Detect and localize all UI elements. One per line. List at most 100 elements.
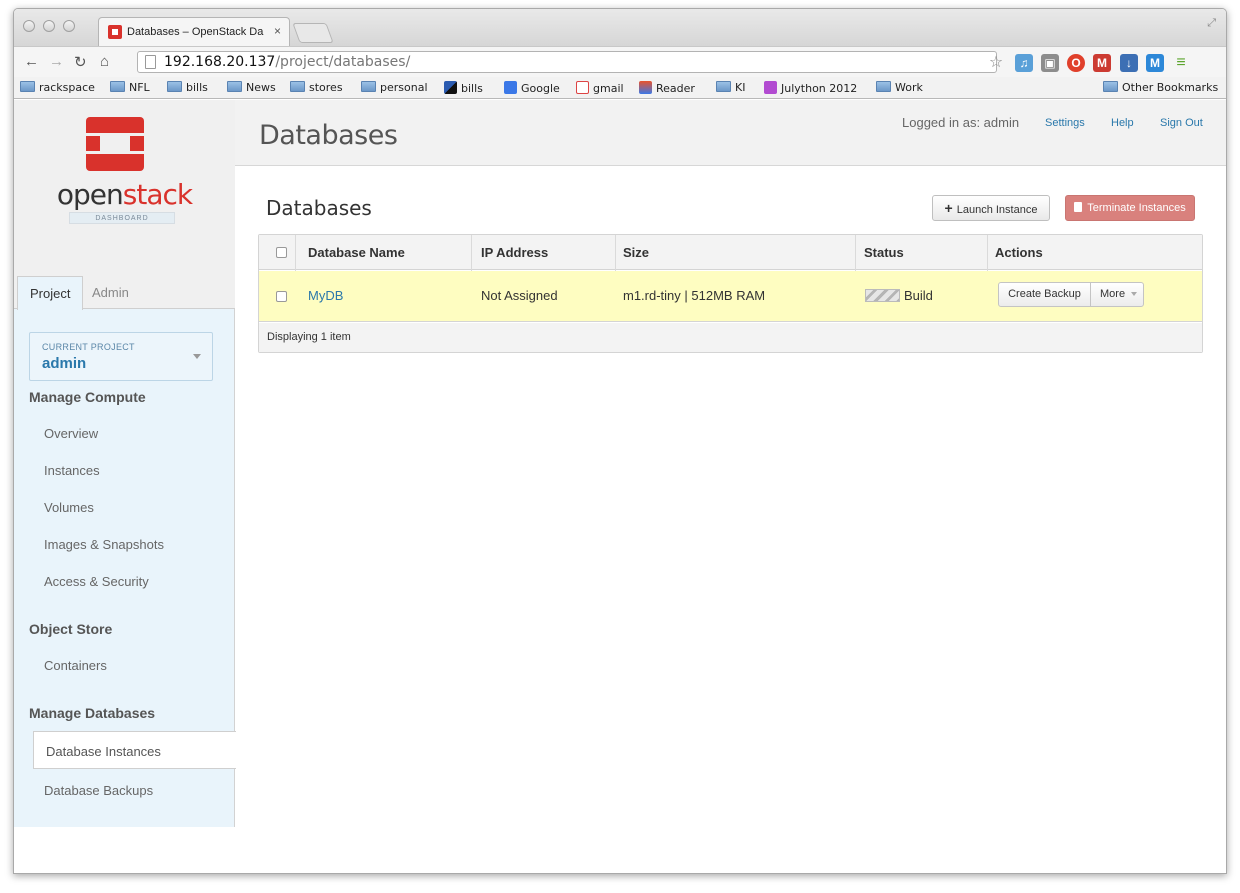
bookmark-stores[interactable]: stores xyxy=(290,81,343,94)
sidebar-item-overview[interactable]: Overview xyxy=(44,426,98,441)
home-icon[interactable]: ⌂ xyxy=(100,53,109,70)
column-header-actions: Actions xyxy=(995,245,1043,260)
bookmark-label: News xyxy=(246,81,276,94)
bookmark-gmail[interactable]: gmail xyxy=(576,81,624,95)
page-icon xyxy=(145,55,156,69)
column-header-size[interactable]: Size xyxy=(623,245,649,260)
more-label: More xyxy=(1100,288,1126,300)
bookmark-bills-2[interactable]: bills xyxy=(444,81,483,95)
sidebar-item-database-backups[interactable]: Database Backups xyxy=(44,783,153,798)
status-cell: Build xyxy=(904,288,933,303)
url-host: 192.168.20.137 xyxy=(164,54,276,70)
bookmark-label: Work xyxy=(895,81,923,94)
sidebar-item-access-security[interactable]: Access & Security xyxy=(44,574,149,589)
row-checkbox[interactable] xyxy=(276,291,287,302)
settings-link[interactable]: Settings xyxy=(1045,117,1085,129)
trash-icon xyxy=(1074,202,1083,212)
database-name-link[interactable]: MyDB xyxy=(308,288,343,303)
bookmark-personal[interactable]: personal xyxy=(361,81,428,94)
sidebar-item-database-instances[interactable]: Database Instances xyxy=(33,731,236,769)
more-actions-dropdown[interactable]: More xyxy=(1092,283,1144,306)
tab-project[interactable]: Project xyxy=(17,276,84,310)
bookmark-rackspace[interactable]: rackspace xyxy=(20,81,95,94)
star-icon[interactable]: ☆ xyxy=(987,54,1005,72)
tab-admin[interactable]: Admin xyxy=(80,276,141,309)
folder-icon xyxy=(361,81,376,92)
julython-favicon xyxy=(764,81,777,94)
ip-address-cell: Not Assigned xyxy=(481,288,558,303)
reload-icon[interactable]: ↻ xyxy=(74,53,87,71)
page-content: openstack DASHBOARD Project Admin CURREN… xyxy=(14,100,1226,873)
row-actions: Create Backup More xyxy=(998,282,1144,307)
progress-bar-icon xyxy=(865,289,900,302)
ext-tab-icon[interactable]: ▣ xyxy=(1041,54,1059,72)
openstack-favicon-icon xyxy=(108,25,122,39)
help-link[interactable]: Help xyxy=(1111,117,1134,129)
select-all-checkbox[interactable] xyxy=(276,247,287,258)
opera-icon[interactable]: O xyxy=(1067,54,1085,72)
launch-instance-button[interactable]: + Launch Instance xyxy=(932,195,1050,221)
address-bar[interactable]: 192.168.20.137/project/databases/ xyxy=(137,51,997,73)
bookmark-work[interactable]: Work xyxy=(876,81,923,94)
bookmark-label: NFL xyxy=(129,81,150,94)
tab-strip: Databases – OpenStack Da × ⤢ xyxy=(14,9,1226,46)
tab-title: Databases – OpenStack Da xyxy=(127,26,264,38)
bookmark-bills[interactable]: bills xyxy=(167,81,208,94)
forward-icon[interactable]: → xyxy=(49,53,64,70)
dashboard-tabs: Project Admin xyxy=(14,276,235,310)
url-text: 192.168.20.137/project/databases/ xyxy=(164,54,410,70)
column-header-name[interactable]: Database Name xyxy=(308,245,405,260)
bookmark-ki[interactable]: KI xyxy=(716,81,745,94)
sidebar-item-instances[interactable]: Instances xyxy=(44,463,100,478)
bookmark-julython[interactable]: Julython 2012 xyxy=(764,81,857,95)
sidebar-item-label: Database Instances xyxy=(46,744,161,759)
column-header-status[interactable]: Status xyxy=(864,245,904,260)
sidebar-item-images-snapshots[interactable]: Images & Snapshots xyxy=(44,537,164,552)
google-favicon xyxy=(504,81,517,94)
size-cell: m1.rd-tiny | 512MB RAM xyxy=(623,288,766,303)
table-header: Database Name IP Address Size Status Act… xyxy=(259,235,1202,270)
current-project-selector[interactable]: CURRENT PROJECT admin xyxy=(29,332,213,381)
url-path: /project/databases/ xyxy=(275,54,411,70)
bookmark-google[interactable]: Google xyxy=(504,81,560,95)
nav-section-manage-databases: Manage Databases xyxy=(29,705,156,721)
plus-icon: + xyxy=(944,200,953,216)
ext-blue-icon[interactable]: ♫ xyxy=(1015,54,1033,72)
other-bookmarks[interactable]: Other Bookmarks xyxy=(1103,81,1218,94)
download-icon[interactable]: ↓ xyxy=(1120,54,1138,72)
new-tab-button[interactable] xyxy=(292,23,334,43)
menu-icon[interactable]: ≡ xyxy=(1172,54,1190,72)
close-window-icon[interactable] xyxy=(23,20,35,32)
sign-out-link[interactable]: Sign Out xyxy=(1160,117,1203,129)
bookmark-nfl[interactable]: NFL xyxy=(110,81,150,94)
minimize-window-icon[interactable] xyxy=(43,20,55,32)
folder-icon xyxy=(227,81,242,92)
m-icon[interactable]: M xyxy=(1146,54,1164,72)
close-tab-icon[interactable]: × xyxy=(274,24,281,38)
zoom-window-icon[interactable] xyxy=(63,20,75,32)
gmail-count-icon[interactable]: M xyxy=(1093,54,1111,72)
bookmark-label: Julython 2012 xyxy=(781,82,858,95)
databases-table: Database Name IP Address Size Status Act… xyxy=(258,234,1203,353)
terminate-instances-button[interactable]: Terminate Instances xyxy=(1065,195,1195,221)
bookmarks-bar: rackspace NFL bills News stores personal… xyxy=(14,77,1226,99)
sidebar-item-containers[interactable]: Containers xyxy=(44,658,107,673)
logged-in-user: Logged in as: admin xyxy=(902,115,1020,130)
bookmark-news[interactable]: News xyxy=(227,81,276,94)
column-header-ip[interactable]: IP Address xyxy=(481,245,548,260)
logo-suffix: stack xyxy=(122,178,193,211)
folder-icon xyxy=(716,81,731,92)
sidebar-item-volumes[interactable]: Volumes xyxy=(44,500,94,515)
back-icon[interactable]: ← xyxy=(24,53,39,70)
fullscreen-icon[interactable]: ⤢ xyxy=(1207,17,1216,30)
browser-toolbar: ← → ↻ ⌂ 192.168.20.137/project/databases… xyxy=(14,46,1226,77)
bookmark-reader[interactable]: Reader xyxy=(639,81,695,95)
create-backup-button[interactable]: Create Backup xyxy=(999,283,1091,306)
folder-icon xyxy=(20,81,35,92)
section-heading: Databases xyxy=(266,196,372,220)
table-footer: Displaying 1 item xyxy=(259,323,1202,352)
browser-tab-active[interactable]: Databases – OpenStack Da × xyxy=(98,17,290,46)
bookmark-label: bills xyxy=(461,82,483,95)
logo-area: openstack DASHBOARD xyxy=(14,100,235,276)
folder-icon xyxy=(290,81,305,92)
